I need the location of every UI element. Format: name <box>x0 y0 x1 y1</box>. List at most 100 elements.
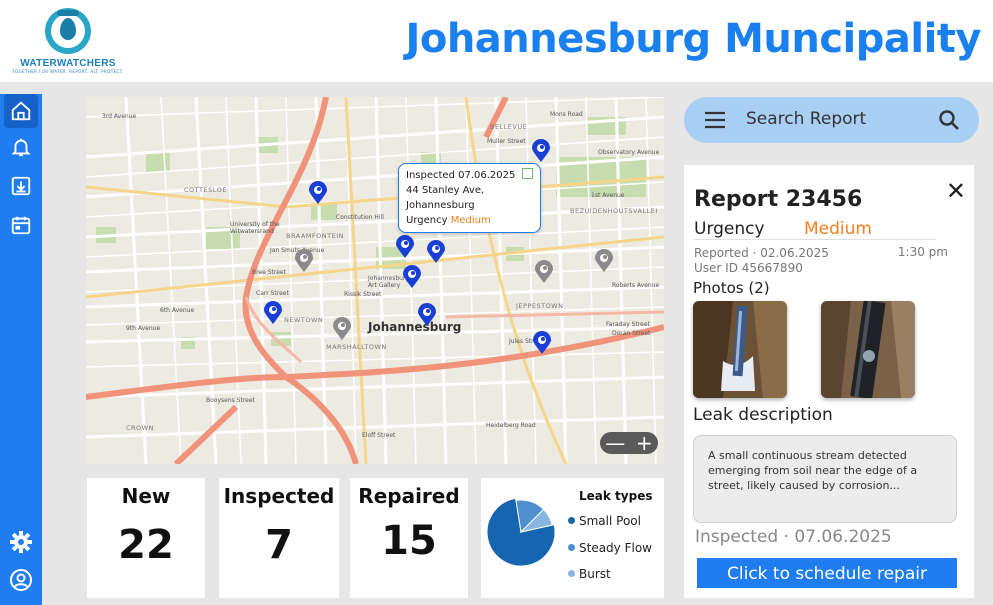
popup-address-line1: 44 Stanley Ave, <box>406 185 485 196</box>
report-pin[interactable] <box>263 301 283 325</box>
map-label: BEZUIDENHOUTSVALLEI <box>570 207 658 215</box>
legend-label: Burst <box>579 567 611 581</box>
map-label: Rissik Street <box>344 291 382 298</box>
report-pin-inactive[interactable] <box>594 249 614 273</box>
schedule-repair-button[interactable]: Click to schedule repair <box>697 558 957 588</box>
map-label: Booysens Street <box>206 397 255 404</box>
stat-value: 22 <box>118 522 174 568</box>
urgency-label: Urgency <box>694 219 765 239</box>
popup-urgency-value: Medium <box>450 215 491 226</box>
map-label: 6th Avenue <box>160 307 195 314</box>
report-title: Report 23456 <box>694 187 863 212</box>
stat-card-new[interactable]: New 22 <box>87 478 205 598</box>
close-icon[interactable]: ✕ <box>946 177 966 205</box>
leak-photo-image <box>693 301 787 398</box>
legend-item: Burst <box>568 567 611 581</box>
map-label: JEPPESTOWN <box>516 302 564 310</box>
map-label: Carr Street <box>256 290 289 297</box>
checkbox-icon <box>522 168 533 179</box>
photos-label: Photos (2) <box>693 279 770 297</box>
report-pin[interactable] <box>426 240 446 264</box>
urgency-value: Medium <box>804 219 872 239</box>
popup-urgency-label: Urgency <box>406 215 448 226</box>
report-pin-inactive[interactable] <box>332 317 352 341</box>
legend-label: Steady Flow <box>579 541 652 555</box>
sidebar <box>0 94 42 605</box>
download-icon <box>11 176 31 196</box>
zoom-control: — + <box>600 432 658 454</box>
map-view[interactable]: 3rd Avenue BELLEVUE Muller Street Observ… <box>86 97 664 464</box>
user-id: User ID 45667890 <box>694 261 803 275</box>
sidebar-item-home[interactable] <box>4 94 38 128</box>
report-pin[interactable] <box>417 303 437 327</box>
sidebar-item-calendar[interactable] <box>8 212 34 238</box>
user-icon <box>10 569 32 591</box>
leak-description-label: Leak description <box>693 405 833 425</box>
map-label: Constitution Hill <box>336 214 384 221</box>
pie-chart <box>487 497 556 567</box>
search-input[interactable]: Search Report <box>746 109 866 129</box>
sidebar-item-settings[interactable] <box>8 529 34 555</box>
stat-card-inspected[interactable]: Inspected 7 <box>219 478 339 598</box>
stat-label: Inspected <box>223 484 335 508</box>
map-label: Bree Street <box>252 269 286 276</box>
divider <box>694 239 936 240</box>
calendar-icon <box>11 216 31 235</box>
report-popup[interactable]: Inspected 07.06.2025 44 Stanley Ave, Joh… <box>398 163 541 233</box>
map-label: 3rd Avenue <box>102 113 137 120</box>
leak-types-chart: Leak types Small Pool Steady Flow Burst <box>481 478 664 598</box>
report-pin[interactable] <box>531 139 551 163</box>
legend-swatch <box>568 517 575 524</box>
search-bar[interactable]: Search Report <box>684 97 979 143</box>
map-label: BELLEVUE <box>490 123 528 131</box>
map-label: University of the Witwatersrand <box>230 221 280 235</box>
map-city-label: Johannesburg <box>368 320 462 334</box>
legend-label: Small Pool <box>579 514 641 528</box>
sidebar-item-notifications[interactable] <box>8 134 34 160</box>
legend-item: Small Pool <box>568 514 641 528</box>
reported-date: Reported · 02.06.2025 <box>694 246 829 260</box>
legend-swatch <box>568 570 575 577</box>
gear-icon <box>10 531 32 553</box>
inspection-status: Inspected · 07.06.2025 <box>695 527 892 547</box>
report-pin[interactable] <box>308 181 328 205</box>
map-label: MARSHALLTOWN <box>326 343 387 351</box>
search-icon[interactable] <box>937 108 961 132</box>
map-label: Muller Street <box>487 138 526 145</box>
stat-label: Repaired <box>358 484 460 508</box>
stat-label: New <box>121 484 171 508</box>
leak-photo-image <box>821 301 915 398</box>
map-label: Observatory Avenue <box>598 149 660 156</box>
map-label: Heidelberg Road <box>486 422 536 429</box>
report-pin-inactive[interactable] <box>534 260 554 284</box>
brand-logo[interactable]: WATERWATCHERS TOGETHER FOR WATER. REPORT… <box>8 8 128 78</box>
map-label: 1st Avenue <box>591 192 625 199</box>
report-pin[interactable] <box>402 265 422 289</box>
leak-description-field[interactable]: A small continuous stream detected emerg… <box>693 435 957 523</box>
bell-icon <box>11 138 31 157</box>
report-pin[interactable] <box>532 331 552 355</box>
leak-photo-2[interactable] <box>821 301 915 398</box>
zoom-in-button[interactable]: + <box>636 433 653 453</box>
header: WATERWATCHERS TOGETHER FOR WATER. REPORT… <box>0 0 993 82</box>
stat-card-repaired[interactable]: Repaired 15 <box>350 478 468 598</box>
map-label: COTTESLOE <box>184 186 227 194</box>
hamburger-menu-icon[interactable] <box>704 111 726 129</box>
map-label: Mons Road <box>550 111 583 118</box>
map-label: NEWTOWN <box>284 316 324 324</box>
report-pin-inactive[interactable] <box>294 249 314 273</box>
chart-title: Leak types <box>579 489 653 503</box>
map-label: Eloff Street <box>362 432 396 439</box>
stat-value: 15 <box>381 518 437 564</box>
sidebar-item-profile[interactable] <box>8 567 34 593</box>
map-label: CROWN <box>126 424 154 432</box>
legend-item: Steady Flow <box>568 541 652 555</box>
popup-address-line2: Johannesburg <box>406 200 475 211</box>
popup-urgency: Urgency Medium <box>406 213 533 228</box>
report-pin-selected[interactable] <box>395 235 415 259</box>
sidebar-item-downloads[interactable] <box>8 173 34 199</box>
map-label: BRAAMFONTEIN <box>286 232 344 240</box>
brand-tagline: TOGETHER FOR WATER. REPORT. ALT. PROTECT… <box>12 69 124 74</box>
leak-photo-1[interactable] <box>693 301 787 398</box>
zoom-out-button[interactable]: — <box>605 433 625 453</box>
